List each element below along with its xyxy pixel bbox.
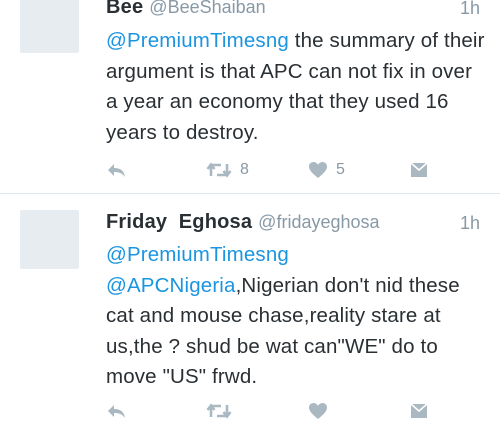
avatar[interactable]	[20, 210, 79, 269]
reply-icon	[106, 161, 126, 179]
avatar[interactable]	[20, 0, 79, 53]
retweet-icon	[206, 402, 232, 420]
retweet-button[interactable]: 8	[206, 158, 249, 182]
tweet-header: Friday Eghosa @fridayeghosa 1h	[106, 211, 480, 239]
retweet-button[interactable]	[206, 399, 232, 423]
reply-button[interactable]	[106, 158, 126, 182]
tweet-text: @PremiumTimesng the summary of their arg…	[106, 26, 486, 148]
mention-link[interactable]: @APCNigeria	[106, 274, 236, 297]
heart-icon	[308, 161, 328, 179]
direct-message-button[interactable]	[410, 399, 428, 423]
like-button[interactable]: 5	[308, 158, 345, 182]
tweet-timestamp[interactable]: 1h	[460, 0, 480, 19]
author-name[interactable]: Bee	[106, 0, 143, 18]
author-handle[interactable]: @BeeShaiban	[149, 0, 265, 17]
tweet-actions	[106, 399, 436, 423]
mention-link[interactable]: @PremiumTimesng	[106, 29, 289, 52]
like-button[interactable]	[308, 399, 328, 423]
heart-icon	[308, 402, 328, 420]
like-count: 5	[336, 161, 345, 178]
tweet-card[interactable]: Bee @BeeShaiban 1h @PremiumTimesng the su…	[0, 0, 500, 193]
retweet-icon	[206, 161, 232, 179]
dm-icon	[410, 161, 428, 179]
author-handle[interactable]: @fridayeghosa	[258, 212, 379, 232]
author-name[interactable]: Friday Eghosa	[106, 211, 252, 233]
direct-message-button[interactable]	[410, 158, 428, 182]
tweet-card[interactable]: Friday Eghosa @fridayeghosa 1h @PremiumTi…	[0, 194, 500, 438]
tweet-header: Bee @BeeShaiban 1h	[106, 0, 480, 24]
tweet-text: @PremiumTimesng @APCNigeria,Nigerian don'…	[106, 240, 486, 393]
dm-icon	[410, 402, 428, 420]
tweet-actions: 8 5	[106, 158, 436, 182]
reply-icon	[106, 402, 126, 420]
reply-button[interactable]	[106, 399, 126, 423]
retweet-count: 8	[240, 161, 249, 178]
tweet-timestamp[interactable]: 1h	[460, 213, 480, 234]
mention-link[interactable]: @PremiumTimesng	[106, 243, 289, 266]
